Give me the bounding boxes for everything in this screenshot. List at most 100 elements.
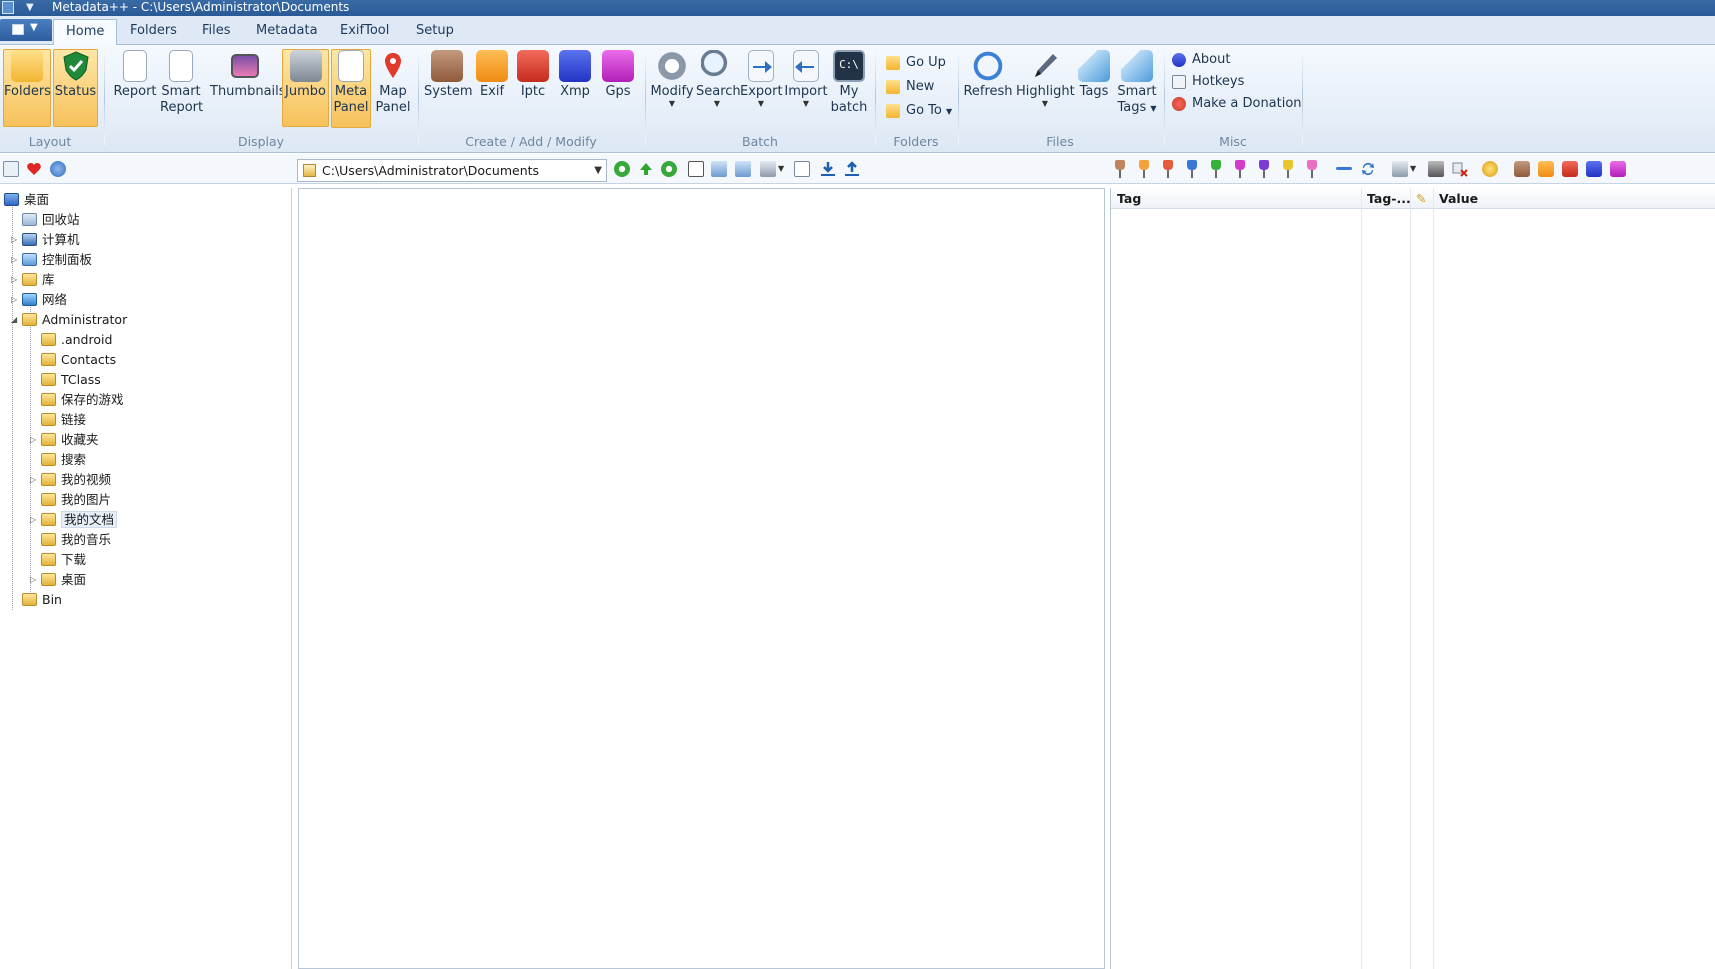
import-button[interactable]: Import ▼ <box>784 50 828 108</box>
tree-node-computer[interactable]: ▷ 计算机 <box>11 230 80 249</box>
chevron-down-icon[interactable]: ▼ <box>778 161 786 177</box>
tree-node-my-music[interactable]: 我的音乐 <box>41 530 111 549</box>
column-header-tag[interactable]: Tag <box>1117 188 1141 209</box>
tree-node-bin[interactable]: Bin <box>22 590 62 609</box>
jumbo-button[interactable]: Jumbo <box>282 49 329 127</box>
smart-report-button[interactable]: Smart Report <box>160 50 203 116</box>
iptc-button[interactable]: Iptc <box>515 50 551 100</box>
tree-node-my-pictures[interactable]: 我的图片 <box>41 490 111 509</box>
hotkeys-button[interactable]: Hotkeys <box>1170 72 1244 92</box>
expand-arrow-icon[interactable]: ▷ <box>30 570 36 589</box>
edit-pencil-icon[interactable]: ✎ <box>1416 188 1426 209</box>
pin-orange-icon[interactable] <box>1139 160 1149 178</box>
map-panel-button[interactable]: Map Panel <box>374 50 412 116</box>
go-to-button[interactable]: Go To ▼ <box>884 101 952 121</box>
column-divider[interactable] <box>1361 188 1362 969</box>
tree-node-contacts[interactable]: Contacts <box>41 350 116 369</box>
smart-tags-button[interactable]: Smart Tags ▼ <box>1114 50 1160 117</box>
folder-tree[interactable]: 桌面 回收站 ▷ 计算机 ▷ 控制面板 ▷ 库 ▷ 网络 ◢ Administr… <box>0 188 292 969</box>
xmp-lock-icon[interactable] <box>1586 161 1602 177</box>
forward-icon[interactable] <box>661 161 677 177</box>
column-header-value[interactable]: Value <box>1439 188 1478 209</box>
highlight-button[interactable]: Highlight ▼ <box>1016 50 1075 108</box>
tree-node-links[interactable]: 链接 <box>41 410 86 429</box>
pin-pink-icon[interactable] <box>1307 160 1317 178</box>
printer-icon[interactable] <box>1428 161 1444 177</box>
collapse-arrow-icon[interactable]: ◢ <box>11 310 17 329</box>
sync-icon[interactable] <box>1360 161 1376 177</box>
tree-node-android[interactable]: .android <box>41 330 112 349</box>
pin-red-icon[interactable] <box>1163 160 1173 178</box>
tree-node-my-documents[interactable]: ▷ 我的文档 <box>30 510 118 529</box>
expand-tree-icon[interactable] <box>711 161 727 177</box>
system-lock-icon[interactable] <box>1514 161 1530 177</box>
tab-files[interactable]: Files <box>190 19 243 45</box>
quick-access-dropdown-icon[interactable]: ▼ <box>26 0 34 15</box>
tab-exiftool[interactable]: ExifTool <box>328 19 401 45</box>
gps-lock-icon[interactable] <box>1610 161 1626 177</box>
tree-node-desktop[interactable]: 桌面 <box>4 190 49 209</box>
tree-node-tclass[interactable]: TClass <box>41 370 101 389</box>
donation-button[interactable]: Make a Donation <box>1170 94 1302 114</box>
column-header-tag-type[interactable]: Tag-... <box>1367 188 1411 209</box>
thumbnails-button[interactable]: Thumbnails <box>210 50 286 100</box>
pin-blue-icon[interactable] <box>1187 160 1197 178</box>
tree-node-control-panel[interactable]: ▷ 控制面板 <box>11 250 92 269</box>
metadata-panel[interactable]: Tag Tag-... ✎ Value <box>1110 188 1715 969</box>
tree-node-libraries[interactable]: ▷ 库 <box>11 270 55 289</box>
folders-button[interactable]: Folders <box>3 49 51 127</box>
tree-node-searches[interactable]: 搜索 <box>41 450 86 469</box>
tree-node-favorites[interactable]: ▷ 收藏夹 <box>30 430 99 449</box>
about-button[interactable]: About <box>1170 50 1230 70</box>
file-list-panel[interactable] <box>298 188 1105 969</box>
tab-home[interactable]: Home <box>53 19 118 45</box>
new-folder-button[interactable]: New <box>884 77 934 97</box>
gps-button[interactable]: Gps <box>600 50 636 100</box>
tab-metadata[interactable]: Metadata <box>244 19 330 45</box>
tab-folders[interactable]: Folders <box>118 19 189 45</box>
expand-arrow-icon[interactable]: ▷ <box>11 290 17 309</box>
exif-lock-icon[interactable] <box>1538 161 1554 177</box>
chevron-down-icon[interactable]: ▼ <box>1410 161 1418 177</box>
pin-purple-icon[interactable] <box>1259 160 1269 178</box>
expand-arrow-icon[interactable]: ▷ <box>11 230 17 249</box>
minus-icon[interactable] <box>1336 167 1352 170</box>
upload-icon[interactable] <box>844 161 860 177</box>
path-dropdown[interactable]: C:\Users\Administrator\Documents ▼ <box>297 159 607 182</box>
modify-button[interactable]: Modify ▼ <box>650 50 694 108</box>
my-batch-button[interactable]: C:\ My batch <box>830 50 868 116</box>
meta-panel-button[interactable]: Meta Panel <box>331 49 371 128</box>
pin-magenta-icon[interactable] <box>1235 160 1245 178</box>
tag-filter-icon[interactable] <box>760 161 776 177</box>
report-button[interactable]: Report <box>112 50 158 100</box>
tab-setup[interactable]: Setup <box>404 19 466 45</box>
help-icon[interactable] <box>50 161 66 177</box>
tree-node-user-desktop[interactable]: ▷ 桌面 <box>30 570 86 589</box>
copy-icon[interactable] <box>794 161 810 177</box>
pin-green-icon[interactable] <box>1211 160 1221 178</box>
tag-menu-icon[interactable] <box>1392 161 1408 177</box>
back-icon[interactable] <box>614 161 630 177</box>
tree-node-downloads[interactable]: 下载 <box>41 550 86 569</box>
expand-arrow-icon[interactable]: ▷ <box>30 510 36 529</box>
pin-brown-icon[interactable] <box>1115 160 1125 178</box>
expand-arrow-icon[interactable]: ▷ <box>30 470 36 489</box>
app-icon[interactable] <box>2 1 14 14</box>
expand-arrow-icon[interactable]: ▷ <box>11 250 17 269</box>
chevron-down-icon[interactable]: ▼ <box>594 160 602 181</box>
up-arrow-icon[interactable] <box>638 161 654 177</box>
delete-tag-icon[interactable] <box>1452 161 1468 177</box>
tree-node-network[interactable]: ▷ 网络 <box>11 290 67 309</box>
download-icon[interactable] <box>820 161 836 177</box>
tree-node-my-videos[interactable]: ▷ 我的视频 <box>30 470 111 489</box>
tags-button[interactable]: Tags <box>1076 50 1112 100</box>
tree-node-recycle-bin[interactable]: 回收站 <box>22 210 80 229</box>
favorites-heart-icon[interactable] <box>26 161 42 177</box>
go-up-button[interactable]: Go Up <box>884 53 946 73</box>
search-button[interactable]: Search ▼ <box>696 50 741 108</box>
tree-node-saved-games[interactable]: 保存的游戏 <box>41 390 124 409</box>
tree-view-icon[interactable] <box>3 161 19 177</box>
expand-arrow-icon[interactable]: ▷ <box>30 430 36 449</box>
xmp-button[interactable]: Xmp <box>557 50 593 100</box>
column-divider[interactable] <box>1433 188 1434 969</box>
